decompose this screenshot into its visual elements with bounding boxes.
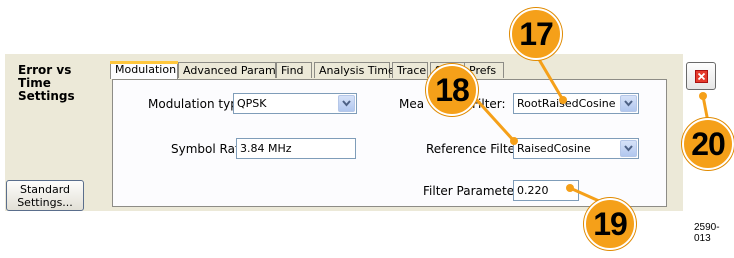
callout-20: 20 bbox=[682, 118, 734, 170]
tab-modulation[interactable]: Modulation bbox=[110, 61, 178, 79]
figure-id: 2590-013 bbox=[694, 222, 720, 244]
callout-17: 17 bbox=[510, 8, 562, 60]
callout-18: 18 bbox=[426, 64, 478, 116]
callout-19: 19 bbox=[584, 198, 636, 250]
